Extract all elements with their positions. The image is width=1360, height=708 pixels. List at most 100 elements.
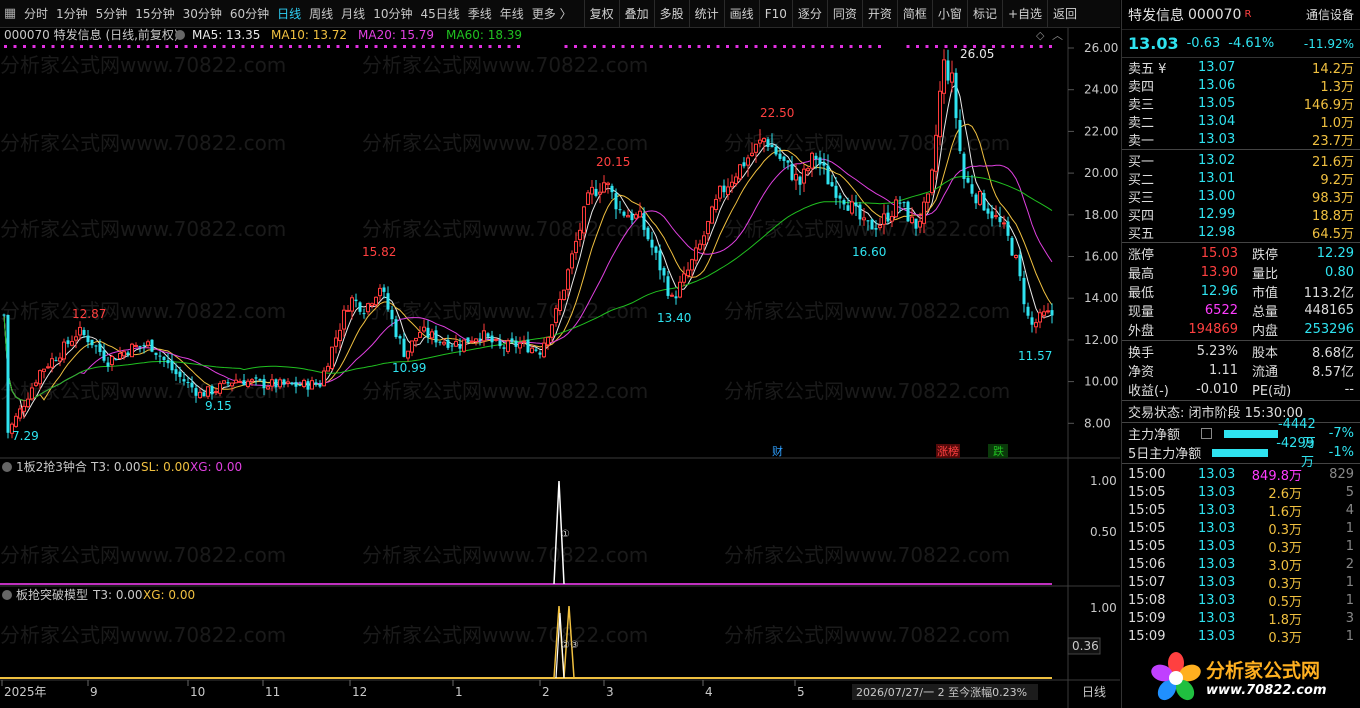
event-cai[interactable]: 财 bbox=[772, 444, 783, 458]
toolbar-button[interactable]: 返回 bbox=[1047, 0, 1082, 28]
stat-value: 0.80 bbox=[1325, 265, 1354, 280]
toolbar-button[interactable]: 逐分 bbox=[791, 0, 827, 28]
bid-row[interactable]: 买二 13.01 9.2万 bbox=[1122, 169, 1360, 188]
signal-dot bbox=[365, 45, 368, 48]
kline-chart[interactable]: 分析家公式网www.70822.com 分析家公式网www.70822.com 分析… bbox=[0, 27, 1120, 708]
candle-body bbox=[686, 269, 690, 277]
ma20-line bbox=[3, 158, 1053, 402]
bid-row[interactable]: 买一 13.02 21.6万 bbox=[1122, 151, 1360, 170]
signal-dot bbox=[203, 45, 207, 48]
toolbar-button[interactable]: 同资 bbox=[826, 0, 862, 28]
toolbar-button[interactable]: 小窗 bbox=[931, 0, 967, 28]
y-tick-label: 18.00 bbox=[1084, 208, 1118, 222]
period-tab[interactable]: 周线 bbox=[305, 0, 337, 28]
sub1-toggle-icon[interactable] bbox=[2, 462, 12, 472]
toolbar-button[interactable]: F10 bbox=[758, 0, 792, 28]
candle-body bbox=[358, 302, 362, 312]
period-tab[interactable]: 季线 bbox=[464, 0, 496, 28]
bid-row[interactable]: 买五 12.98 64.5万 bbox=[1122, 223, 1360, 242]
stock-name[interactable]: 特发信息 bbox=[1128, 5, 1184, 25]
period-tab[interactable]: 5分钟 bbox=[92, 0, 132, 28]
event-diebang[interactable]: 跌 bbox=[993, 444, 1004, 458]
period-tab[interactable]: 日线 bbox=[273, 0, 305, 28]
industry-link[interactable]: 通信设备 bbox=[1306, 6, 1354, 23]
toolbar-button[interactable]: 复权 bbox=[583, 0, 619, 28]
watermark-text: 分析家公式网www.70822.com bbox=[0, 131, 286, 155]
tick-price: 13.03 bbox=[1198, 520, 1236, 536]
candle-body bbox=[942, 59, 946, 94]
period-tab[interactable]: 60分钟 bbox=[226, 0, 273, 28]
candle-body bbox=[130, 343, 134, 358]
flow-row: 主力净额 -4442万 -7% bbox=[1122, 417, 1360, 451]
watermark-text: 分析家公式网www.70822.com bbox=[724, 543, 1010, 567]
period-tab[interactable]: 月线 bbox=[337, 0, 369, 28]
stat-value: 15.03 bbox=[1200, 246, 1238, 261]
candle-body bbox=[846, 205, 850, 211]
period-tab[interactable]: 1分钟 bbox=[52, 0, 92, 28]
event-zhangbang[interactable]: 涨榜 bbox=[937, 444, 959, 458]
signal-dot bbox=[146, 45, 150, 48]
toolbar-button[interactable]: 画线 bbox=[723, 0, 759, 28]
toolbar-button[interactable]: 开资 bbox=[861, 0, 897, 28]
signal-dot bbox=[336, 45, 340, 48]
period-tab[interactable]: 45日线 bbox=[416, 0, 463, 28]
signal-dot bbox=[764, 45, 767, 48]
toolbar-button[interactable]: 统计 bbox=[688, 0, 724, 28]
tick-list[interactable]: 15:00 13.03 849.8万 829 15:05 13.03 2.6万 5 15:05 1… bbox=[1122, 465, 1360, 646]
candle-body bbox=[646, 227, 650, 240]
ask-row[interactable]: 卖五 ¥ 13.07 14.2万 bbox=[1122, 58, 1360, 77]
candle-body bbox=[370, 303, 374, 307]
grid-menu-icon[interactable]: ▦ bbox=[0, 0, 20, 28]
candle-body bbox=[862, 217, 866, 221]
ask-row[interactable]: 卖三 13.05 146.9万 bbox=[1122, 94, 1360, 113]
signal-dot bbox=[80, 45, 83, 48]
chart-area[interactable]: 分析家公式网www.70822.com 分析家公式网www.70822.com 分析… bbox=[0, 27, 1120, 708]
flow-bar bbox=[1212, 448, 1268, 457]
candle-body bbox=[886, 212, 890, 222]
period-tab[interactable]: 10分钟 bbox=[369, 0, 416, 28]
ask-row[interactable]: 卖四 13.06 1.3万 bbox=[1122, 76, 1360, 95]
chevron-up-icon[interactable]: ︿ bbox=[1052, 29, 1063, 42]
ask-label: 卖三 bbox=[1128, 97, 1155, 113]
period-tab[interactable]: 年线 bbox=[496, 0, 528, 28]
candle-body bbox=[910, 216, 914, 224]
candle-body bbox=[654, 246, 658, 253]
bid-row[interactable]: 买四 12.99 18.8万 bbox=[1122, 205, 1360, 224]
tick-count: 1 bbox=[1345, 538, 1354, 554]
toolbar-button[interactable]: 简框 bbox=[896, 0, 932, 28]
toolbar-button[interactable]: 标记 bbox=[966, 0, 1002, 28]
period-tab[interactable]: 更多 〉 bbox=[528, 0, 576, 28]
signal-dot bbox=[374, 45, 378, 48]
bid-book: 买一 13.02 21.6万 买二 13.01 9.2万 买三 13.00 98.3万 买四 12.… bbox=[1122, 151, 1360, 242]
period-tab[interactable]: 30分钟 bbox=[179, 0, 226, 28]
detail-icon[interactable] bbox=[1200, 428, 1213, 439]
period-tab[interactable]: 15分钟 bbox=[131, 0, 178, 28]
candle-body bbox=[834, 185, 838, 198]
diamond-icon[interactable]: ◇ bbox=[1036, 29, 1045, 42]
period-tab[interactable]: 分时 bbox=[20, 0, 52, 28]
y-tick-label: 26.00 bbox=[1084, 41, 1118, 55]
toolbar-button[interactable]: 叠加 bbox=[618, 0, 654, 28]
indicator-toggle-icon[interactable] bbox=[175, 30, 185, 40]
bid-row[interactable]: 买三 13.00 98.3万 bbox=[1122, 187, 1360, 206]
signal-dot bbox=[13, 45, 17, 48]
y-tick-label: 22.00 bbox=[1084, 124, 1118, 138]
candle-body bbox=[22, 405, 26, 412]
candle-body bbox=[742, 162, 746, 167]
x-tick-label: 3 bbox=[606, 685, 614, 699]
signal-dot bbox=[1001, 45, 1005, 48]
toolbar-button[interactable]: +自选 bbox=[1001, 0, 1047, 28]
tick-price: 13.03 bbox=[1198, 538, 1236, 554]
toolbar-button[interactable]: 多股 bbox=[653, 0, 689, 28]
candle-body bbox=[294, 382, 298, 387]
candle-body bbox=[210, 385, 214, 395]
candle-body bbox=[730, 181, 734, 188]
sub2-toggle-icon[interactable] bbox=[2, 590, 12, 600]
signal-dot bbox=[925, 45, 929, 48]
price-annotation: 12.87 bbox=[72, 307, 106, 321]
ask-row[interactable]: 卖一 13.03 23.7万 bbox=[1122, 130, 1360, 149]
ask-row[interactable]: 卖二 13.04 1.0万 bbox=[1122, 112, 1360, 131]
signal-dot bbox=[726, 45, 729, 48]
candle-body bbox=[918, 220, 922, 228]
price-annotation: 15.82 bbox=[362, 245, 396, 259]
